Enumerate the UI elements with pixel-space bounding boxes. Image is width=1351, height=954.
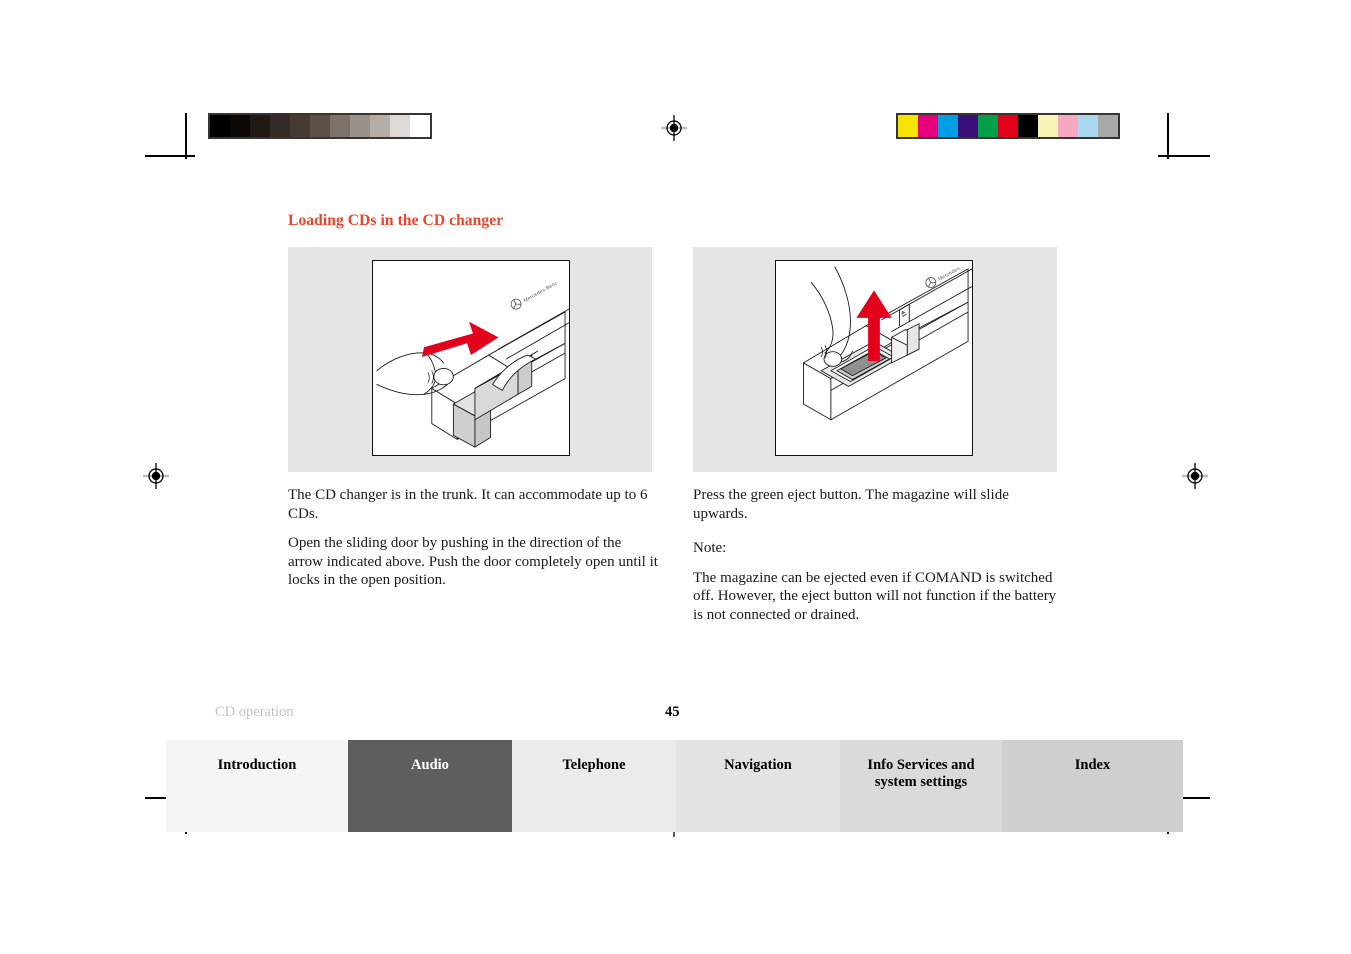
body-text-left-column: The CD changer is in the trunk. It can a… (288, 486, 658, 601)
tab-telephone[interactable]: Telephone (512, 740, 676, 832)
gray-swatch-5 (310, 115, 330, 137)
gray-swatch-9 (390, 115, 410, 137)
color-swatch-7 (1038, 115, 1058, 137)
crop-mark-top-left-vertical (185, 113, 187, 159)
tab-label: Index (1074, 757, 1111, 773)
body-text-right-column: Press the green eject button. The magazi… (693, 486, 1065, 636)
crop-mark-top-right-horizontal (1158, 155, 1210, 157)
tab-label: Navigation (724, 757, 792, 773)
tab-label: Telephone (562, 757, 626, 773)
registration-mark-left (143, 463, 169, 489)
gray-swatch-3 (270, 115, 290, 137)
color-swatch-5 (998, 115, 1018, 137)
gray-swatch-8 (370, 115, 390, 137)
grayscale-calibration-strip (208, 113, 432, 139)
svg-text:Mercedes-Benz: Mercedes-Benz (523, 280, 559, 304)
figure-panel-right: Mercedes (693, 247, 1057, 472)
cd-changer-eject-button-illustration: Mercedes (775, 260, 973, 456)
tab-navigation[interactable]: Navigation (676, 740, 840, 832)
registration-mark-top-center (661, 115, 687, 141)
page-number: 45 (665, 704, 680, 720)
gray-swatch-7 (350, 115, 370, 137)
tab-label: Introduction (217, 757, 297, 773)
color-swatch-1 (918, 115, 938, 137)
tab-index[interactable]: Index (1002, 740, 1183, 832)
color-calibration-strip (896, 113, 1120, 139)
direction-arrow-right (422, 321, 499, 358)
color-swatch-4 (978, 115, 998, 137)
page-title: Loading CDs in the CD changer (288, 212, 504, 229)
color-swatch-2 (938, 115, 958, 137)
tab-label: Info Services and system settings (867, 757, 975, 790)
tab-label: Audio (411, 757, 449, 773)
tab-info-services-and-system-settings[interactable]: Info Services and system settings (840, 740, 1002, 832)
note-label: Note: (693, 540, 727, 557)
gray-swatch-10 (410, 115, 430, 137)
crop-mark-top-left-horizontal (145, 155, 195, 157)
paragraph-right-2: The magazine can be ejected even if COMA… (693, 569, 1057, 623)
color-swatch-0 (898, 115, 918, 137)
gray-swatch-4 (290, 115, 310, 137)
tab-audio[interactable]: Audio (348, 740, 512, 832)
gray-swatch-2 (250, 115, 270, 137)
tab-introduction[interactable]: Introduction (166, 740, 348, 832)
color-swatch-8 (1058, 115, 1078, 137)
paragraph-left-1: The CD changer is in the trunk. It can a… (288, 487, 648, 522)
registration-mark-right (1182, 463, 1208, 489)
gray-swatch-1 (230, 115, 250, 137)
paragraph-right-1: Press the green eject button. The magazi… (693, 487, 1009, 522)
running-footer-label: CD operation (215, 704, 294, 720)
mercedes-benz-logo: Mercedes-Benz (510, 280, 559, 310)
crop-mark-top-right-vertical (1167, 113, 1169, 159)
color-swatch-3 (958, 115, 978, 137)
color-swatch-10 (1098, 115, 1118, 137)
figure-panel-left: Mercedes-Benz (288, 247, 652, 472)
manual-page: Loading CDs in the CD changer Mercedes-B… (0, 0, 1351, 954)
color-swatch-9 (1078, 115, 1098, 137)
paragraph-left-2: Open the sliding door by pushing in the … (288, 535, 658, 589)
gray-swatch-6 (330, 115, 350, 137)
chapter-tab-bar: Introduction Audio Telephone Navigation Info… (166, 740, 1183, 832)
color-swatch-6 (1018, 115, 1038, 137)
gray-swatch-0 (210, 115, 230, 137)
cd-changer-sliding-door-illustration: Mercedes-Benz (372, 260, 570, 456)
